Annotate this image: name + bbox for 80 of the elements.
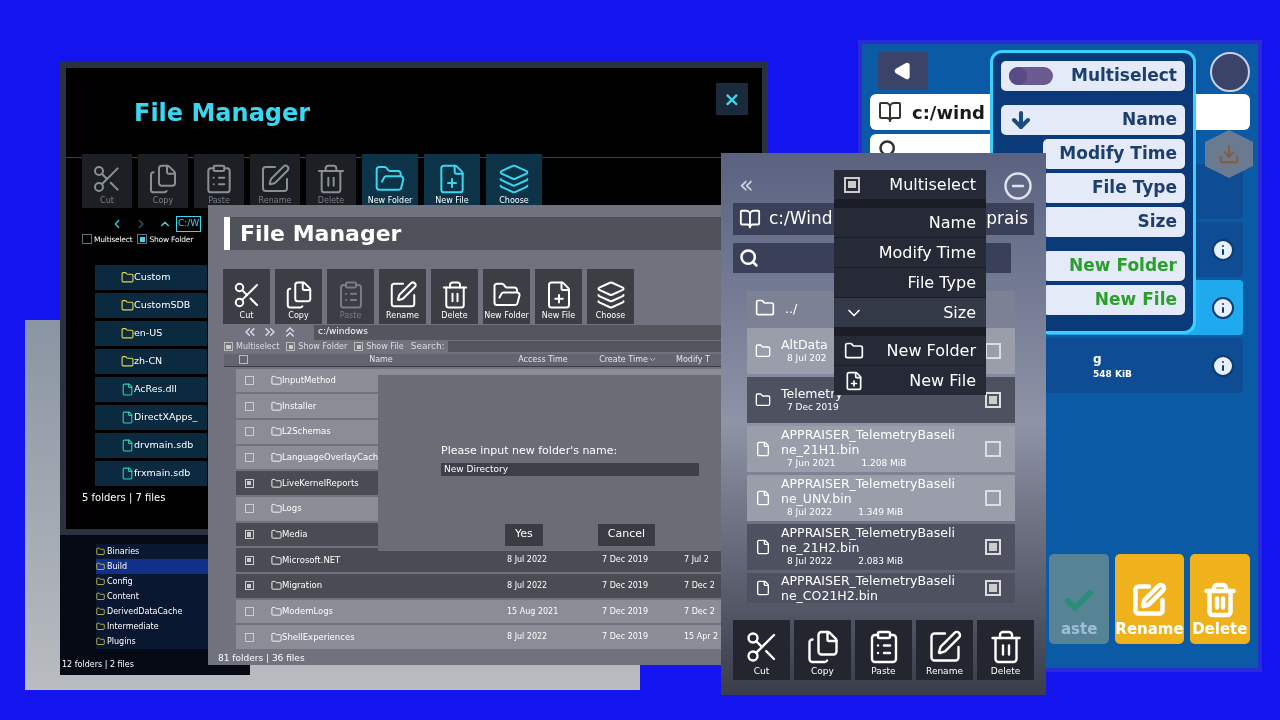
table-cell-text: 15 Aug 2021 bbox=[507, 605, 560, 618]
menu-label: New File bbox=[1094, 288, 1177, 312]
file-name: ../ bbox=[785, 300, 798, 316]
search-label: Search: bbox=[410, 340, 445, 353]
folder-name: Intermediate bbox=[107, 620, 159, 633]
folder-name: Plugins bbox=[107, 635, 136, 648]
file-name: drvmain.sdb bbox=[134, 438, 194, 453]
table-cell: 7 Dec 2 bbox=[684, 579, 715, 592]
status-text: 12 folders | 2 files bbox=[62, 659, 135, 671]
table-cell-text: 8 Jul 2022 bbox=[507, 631, 549, 644]
table-cell: InputMethod bbox=[282, 373, 336, 387]
file-size: 548 KiB bbox=[1093, 367, 1132, 381]
file-name: AcRes.dll bbox=[134, 382, 177, 397]
table-cell-text: 8 Jul 2022 bbox=[507, 554, 549, 567]
menu-label: File Type bbox=[1091, 176, 1177, 200]
table-cell-text: 7 Dec 2019 bbox=[602, 554, 649, 567]
table-cell: 7 Jul 2 bbox=[684, 554, 709, 567]
folder-name: Config bbox=[107, 575, 133, 588]
table-cell-text: 8 Jul 2022 bbox=[507, 579, 549, 592]
table-cell-text: 7 Dec 2019 bbox=[602, 605, 649, 618]
folder-name: DerivedDataCache bbox=[107, 605, 183, 618]
option-label: Show Folder bbox=[298, 340, 348, 353]
table-cell: Installer bbox=[282, 399, 317, 413]
file-name: AltData bbox=[781, 336, 828, 352]
menu-label: Modify Time bbox=[878, 241, 976, 264]
file-name: g bbox=[1093, 350, 1103, 368]
table-cell: Media bbox=[282, 528, 308, 541]
dialog-prompt: Please input new folder's name: bbox=[441, 443, 619, 459]
file-size: 1.208 MiB bbox=[861, 457, 907, 471]
path-text: c:/Wind bbox=[769, 207, 833, 231]
table-cell: 15 Apr 2 bbox=[684, 631, 719, 644]
file-name: frxmain.sdb bbox=[134, 466, 191, 481]
folder-name: Content bbox=[107, 590, 139, 603]
status-text: 81 folders | 36 files bbox=[218, 652, 306, 665]
file-date: 8 Jul 202 bbox=[787, 351, 827, 365]
table-cell: ShellExperiences bbox=[282, 630, 355, 644]
file-size: 2.083 MiB bbox=[858, 555, 904, 569]
file-name: CustomSDB bbox=[134, 298, 191, 313]
file-name: Custom bbox=[134, 270, 171, 285]
file-date: 7 Jun 2021 bbox=[787, 457, 836, 471]
file-name: APPRAISER_TelemetryBaseline_21H2.bin bbox=[781, 525, 956, 556]
folder-name: Binaries bbox=[107, 545, 140, 558]
menu-label: New Folder bbox=[886, 339, 976, 362]
status-text: 5 folders | 7 files bbox=[82, 490, 166, 505]
file-date: 7 Dec 2019 bbox=[787, 401, 839, 414]
menu-label: New Folder bbox=[1069, 254, 1177, 278]
window-title: File Manager bbox=[134, 97, 311, 129]
table-cell-text: 7 Dec 2019 bbox=[602, 631, 649, 644]
file-name: en-US bbox=[134, 326, 163, 341]
table-cell: L2Schemas bbox=[282, 425, 331, 439]
table-cell: LanguageOverlayCach bbox=[282, 451, 379, 464]
option-label: Show File bbox=[366, 340, 404, 353]
file-name: zh-CN bbox=[134, 354, 163, 369]
menu-label: Multiselect bbox=[889, 173, 976, 196]
path-text: c:/wind bbox=[912, 100, 985, 125]
menu-label: Name bbox=[928, 211, 976, 234]
menu-label: File Type bbox=[907, 271, 976, 294]
menu-label: Size bbox=[1137, 210, 1177, 234]
menu-label: Size bbox=[943, 301, 976, 324]
file-name: DirectXApps_ bbox=[134, 410, 198, 425]
folder-name: Build bbox=[107, 560, 128, 573]
file-name: APPRAISER_TelemetryBaseline_CO21H2.bin bbox=[781, 573, 956, 603]
menu-label: Multiselect bbox=[1071, 64, 1177, 88]
file-name: APPRAISER_TelemetryBaseline_21H1.bin bbox=[781, 427, 956, 458]
table-cell: Logs bbox=[282, 502, 302, 516]
table-cell: ModemLogs bbox=[282, 605, 334, 618]
table-cell: Microsoft.NET bbox=[282, 553, 341, 567]
file-date: 8 Jul 2022 bbox=[787, 555, 833, 569]
menu-label: Modify Time bbox=[1059, 142, 1177, 166]
path-text: prais bbox=[986, 207, 1028, 231]
file-date: 8 Jul 2022 bbox=[787, 506, 833, 520]
file-size: 1.349 MiB bbox=[858, 506, 904, 520]
window-title: File Manager bbox=[240, 220, 402, 248]
option-label: Multiselect bbox=[236, 340, 280, 353]
table-cell-text: 7 Dec 2019 bbox=[602, 579, 649, 592]
table-cell: Migration bbox=[282, 579, 323, 593]
table-cell: LiveKernelReports bbox=[282, 476, 359, 490]
file-name: APPRAISER_TelemetryBaseline_UNV.bin bbox=[781, 476, 956, 507]
table-cell: 7 Dec 2 bbox=[684, 605, 715, 618]
menu-label: Name bbox=[1122, 108, 1177, 132]
